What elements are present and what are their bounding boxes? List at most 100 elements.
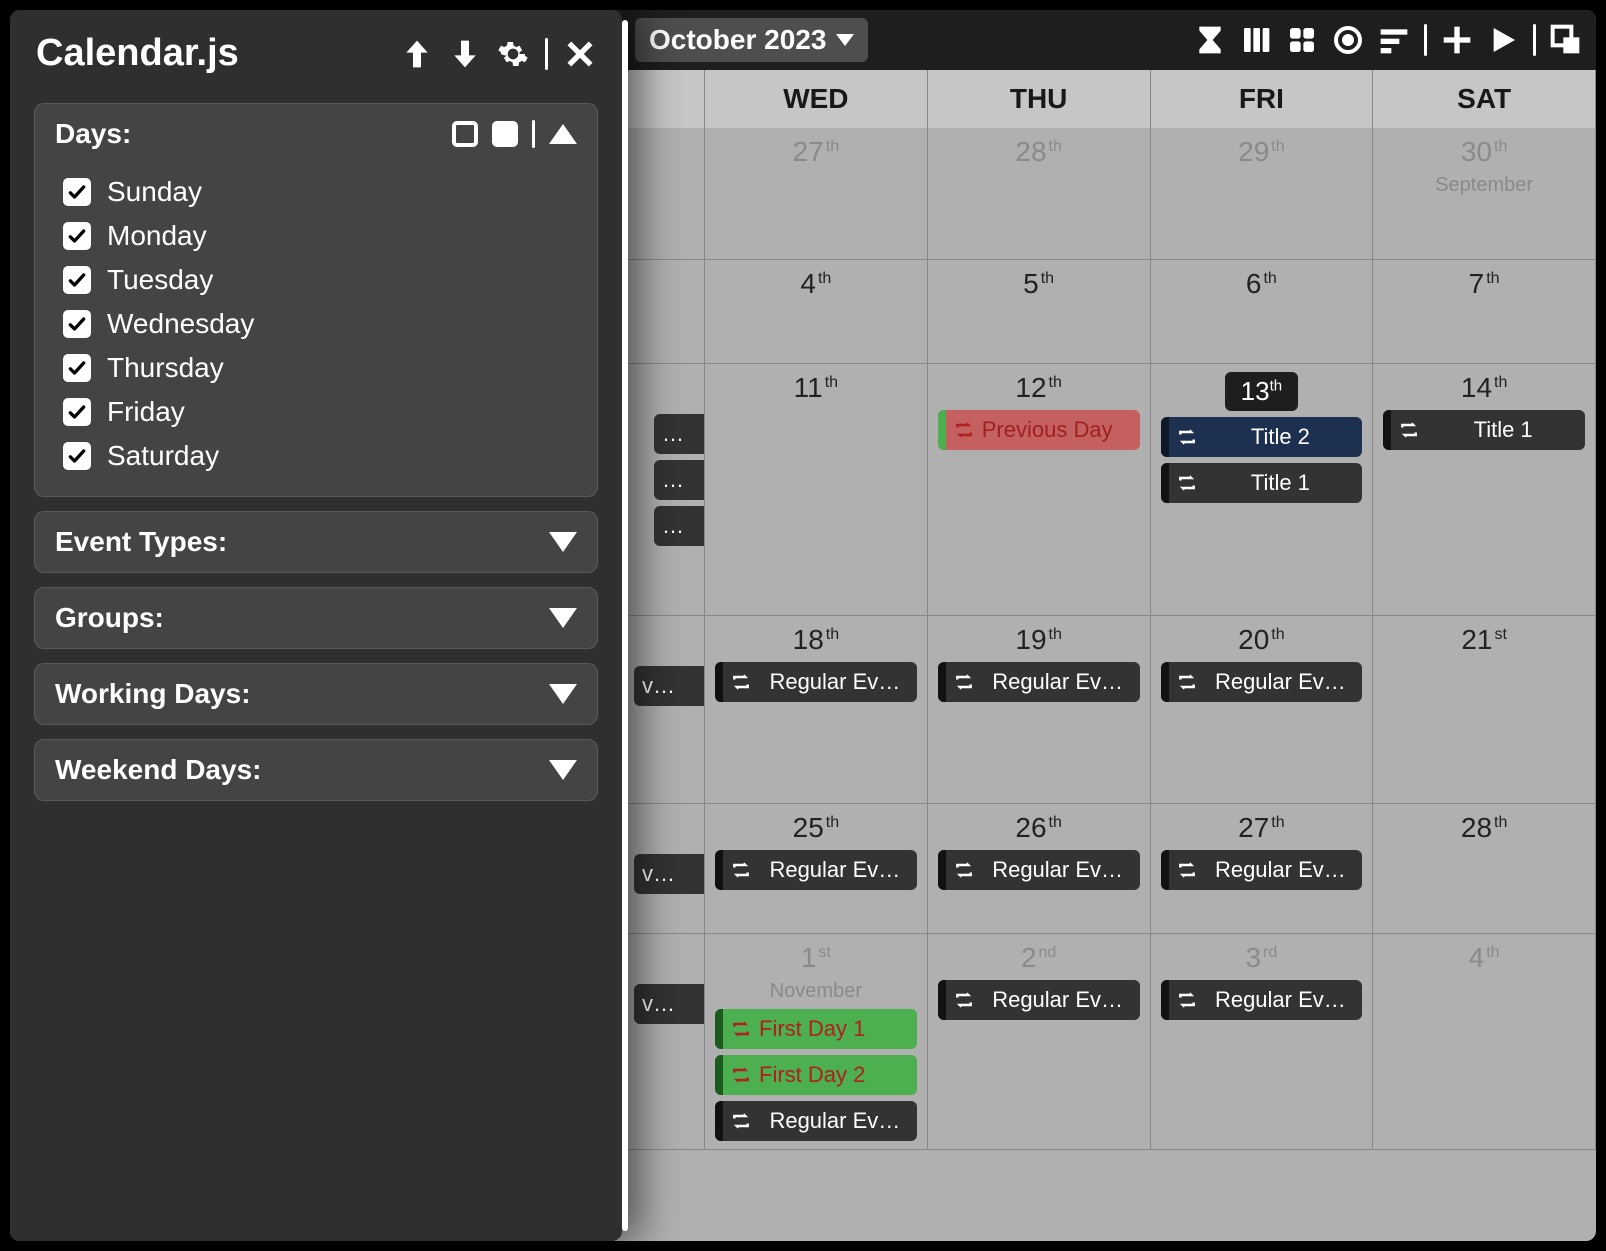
calendar-event[interactable]: Title 1 <box>1161 463 1363 503</box>
event-label: Regular Ev… <box>759 857 917 883</box>
expand-icon[interactable] <box>549 760 577 780</box>
event-stub[interactable]: v… <box>634 854 704 894</box>
event-stub[interactable]: … <box>654 414 704 454</box>
event-color-stripe <box>1161 463 1169 503</box>
calendar-cell[interactable]: 20th Regular Ev… <box>1151 616 1374 804</box>
calendar-cell[interactable]: 29th <box>1151 128 1374 260</box>
event-stub[interactable]: … <box>654 506 704 546</box>
calendar-cell[interactable]: 27th <box>705 128 928 260</box>
repeat-icon <box>731 1065 751 1085</box>
calendar-event[interactable]: Regular Ev… <box>938 850 1140 890</box>
calendar-cell[interactable]: 6th <box>1151 260 1374 364</box>
checkbox-icon[interactable] <box>63 222 91 250</box>
section-head[interactable]: Working Days: <box>35 664 597 724</box>
day-number: 27th <box>715 136 917 168</box>
calendar-cell[interactable]: 4th <box>705 260 928 364</box>
select-all-icon[interactable] <box>492 121 518 147</box>
day-number: 3rd <box>1161 942 1363 974</box>
day-number: 7th <box>1383 268 1585 300</box>
expand-icon[interactable] <box>549 532 577 552</box>
calendar-cell[interactable]: 12th Previous Day <box>928 364 1151 616</box>
day-option[interactable]: Thursday <box>63 346 577 390</box>
calendar-cell[interactable]: 30thSeptember <box>1373 128 1596 260</box>
hourglass-icon[interactable] <box>1194 24 1226 56</box>
checkbox-icon[interactable] <box>63 310 91 338</box>
calendar-event[interactable]: Regular Ev… <box>1161 662 1363 702</box>
calendar-event[interactable]: Regular Ev… <box>715 850 917 890</box>
repeat-icon <box>1177 473 1197 493</box>
section-head[interactable]: Groups: <box>35 588 597 648</box>
day-number: 28th <box>938 136 1140 168</box>
arrow-down-icon[interactable] <box>449 38 481 70</box>
section-head[interactable]: Event Types: <box>35 512 597 572</box>
collapse-icon[interactable] <box>549 124 577 144</box>
fullscreen-icon[interactable] <box>1550 24 1582 56</box>
calendar-cell[interactable]: 11th <box>705 364 928 616</box>
event-stub[interactable]: v… <box>634 666 704 706</box>
calendar-event[interactable]: Title 2 <box>1161 417 1363 457</box>
select-none-icon[interactable] <box>452 121 478 147</box>
day-option[interactable]: Sunday <box>63 170 577 214</box>
month-selector[interactable]: October 2023 <box>635 18 868 62</box>
calendar-cell[interactable]: 25th Regular Ev… <box>705 804 928 934</box>
calendar-cell[interactable]: 28th <box>1373 804 1596 934</box>
calendar-cell[interactable]: 13th Title 2 Title 1 <box>1151 364 1374 616</box>
event-color-stripe <box>938 662 946 702</box>
checkbox-icon[interactable] <box>63 266 91 294</box>
gear-icon[interactable] <box>497 38 529 70</box>
event-stub[interactable]: v… <box>634 984 704 1024</box>
expand-icon[interactable] <box>549 684 577 704</box>
day-option[interactable]: Monday <box>63 214 577 258</box>
day-number: 29th <box>1161 136 1363 168</box>
expand-icon[interactable] <box>549 608 577 628</box>
calendar-event[interactable]: Regular Ev… <box>715 662 917 702</box>
grid-icon[interactable] <box>1286 24 1318 56</box>
calendar-cell[interactable]: 18th Regular Ev… <box>705 616 928 804</box>
checkbox-icon[interactable] <box>63 398 91 426</box>
days-option-list: Sunday Monday Tuesday Wednesday Thursday… <box>35 164 597 496</box>
calendar-cell[interactable]: 4th <box>1373 934 1596 1150</box>
repeat-icon <box>1177 860 1197 880</box>
calendar-event[interactable]: Previous Day <box>938 410 1140 450</box>
calendar-cell[interactable]: 21st <box>1373 616 1596 804</box>
checkbox-icon[interactable] <box>63 178 91 206</box>
calendar-event[interactable]: Title 1 <box>1383 410 1585 450</box>
calendar-cell[interactable]: 2nd Regular Ev… <box>928 934 1151 1150</box>
calendar-cell[interactable]: 3rd Regular Ev… <box>1151 934 1374 1150</box>
calendar-cell[interactable]: 27th Regular Ev… <box>1151 804 1374 934</box>
day-option[interactable]: Tuesday <box>63 258 577 302</box>
calendar-cell[interactable]: 28th <box>928 128 1151 260</box>
close-icon[interactable] <box>564 38 596 70</box>
event-stub[interactable]: … <box>654 460 704 500</box>
calendar-cell[interactable]: 14th Title 1 <box>1373 364 1596 616</box>
eye-icon[interactable] <box>1332 24 1364 56</box>
day-option[interactable]: Friday <box>63 390 577 434</box>
calendar-event[interactable]: Regular Ev… <box>938 980 1140 1020</box>
list-icon[interactable] <box>1378 24 1410 56</box>
section-head[interactable]: Weekend Days: <box>35 740 597 800</box>
checkbox-icon[interactable] <box>63 442 91 470</box>
section-head[interactable]: Days: <box>35 104 597 164</box>
play-icon[interactable] <box>1487 24 1519 56</box>
calendar-event[interactable]: Regular Ev… <box>938 662 1140 702</box>
day-option[interactable]: Wednesday <box>63 302 577 346</box>
arrow-up-icon[interactable] <box>401 38 433 70</box>
calendar-event[interactable]: Regular Ev… <box>715 1101 917 1141</box>
event-color-stripe <box>715 1009 723 1049</box>
calendar-cell[interactable]: 1stNovember First Day 1 First Day 2 Regu… <box>705 934 928 1150</box>
calendar-cell[interactable]: 5th <box>928 260 1151 364</box>
calendar-event[interactable]: Regular Ev… <box>1161 980 1363 1020</box>
separator <box>532 120 535 148</box>
calendar-event[interactable]: First Day 1 <box>715 1009 917 1049</box>
day-option[interactable]: Saturday <box>63 434 577 478</box>
calendar-event[interactable]: First Day 2 <box>715 1055 917 1095</box>
calendar-event[interactable]: Regular Ev… <box>1161 850 1363 890</box>
columns-icon[interactable] <box>1240 24 1272 56</box>
calendar-cell[interactable]: 26th Regular Ev… <box>928 804 1151 934</box>
calendar-cell[interactable]: 19th Regular Ev… <box>928 616 1151 804</box>
plus-icon[interactable] <box>1441 24 1473 56</box>
checkbox-icon[interactable] <box>63 354 91 382</box>
chevron-down-icon <box>836 34 854 46</box>
event-color-stripe <box>1161 662 1169 702</box>
calendar-cell[interactable]: 7th <box>1373 260 1596 364</box>
